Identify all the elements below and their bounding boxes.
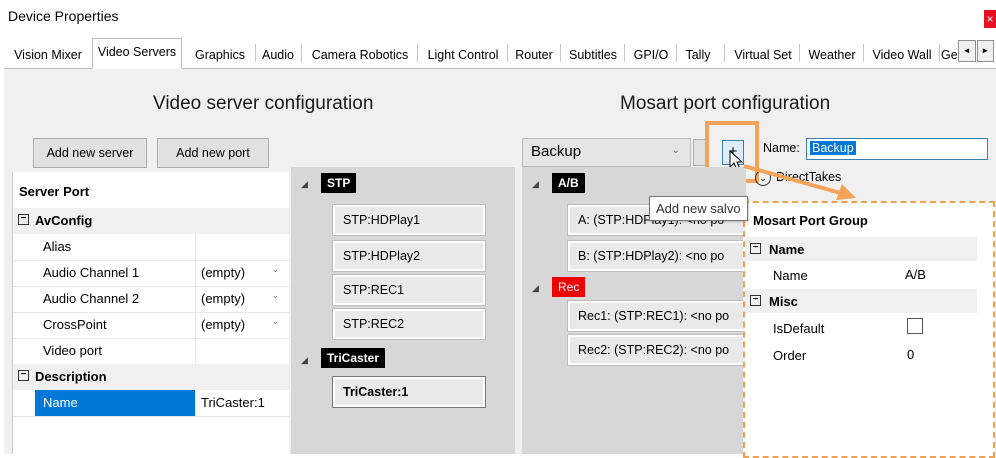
property-row-name[interactable]: Name TriCaster:1: [13, 390, 289, 417]
callout-arrow: [743, 164, 856, 200]
group-name-value[interactable]: Backup: [810, 141, 856, 155]
arrow-left-icon: ◄: [962, 46, 971, 55]
mosart-port-item[interactable]: Rec1: (STP:REC1): <no po: [567, 300, 751, 332]
group-node-rec[interactable]: Rec: [552, 277, 586, 297]
tab-router[interactable]: Router: [508, 42, 560, 68]
property-name: Audio Channel 1: [43, 265, 140, 280]
property-row-crosspoint[interactable]: CrossPoint (empty) ⌄: [13, 312, 289, 339]
property-row-order[interactable]: Order 0: [745, 343, 977, 367]
property-row-audio-channel-1[interactable]: Audio Channel 1 (empty) ⌄: [13, 260, 289, 287]
close-icon[interactable]: ×: [986, 12, 993, 26]
category-name[interactable]: − Name: [745, 237, 977, 261]
server-node-tricaster[interactable]: TriCaster: [321, 348, 386, 368]
server-port-property-grid: Server Port − AvConfig Alias Audio Chann…: [12, 172, 289, 454]
video-server-heading: Video server configuration: [153, 93, 374, 114]
collapse-icon[interactable]: −: [750, 295, 761, 306]
triangle-down-icon[interactable]: ◢: [532, 179, 539, 190]
tab-video-wall[interactable]: Video Wall: [864, 42, 940, 68]
property-value[interactable]: A/B: [905, 267, 926, 282]
triangle-down-icon[interactable]: ◢: [301, 355, 308, 366]
chevron-down-icon[interactable]: ⌄: [672, 145, 680, 156]
tab-strip: Vision Mixer Video Servers Graphics Audi…: [4, 38, 996, 69]
property-grid-header: Mosart Port Group: [753, 213, 868, 228]
collapse-icon[interactable]: −: [18, 214, 29, 225]
property-name: CrossPoint: [43, 317, 107, 332]
tab-light-control[interactable]: Light Control: [419, 42, 507, 68]
property-combo[interactable]: (empty): [201, 317, 245, 332]
tab-weather[interactable]: Weather: [800, 42, 864, 68]
triangle-down-icon[interactable]: ◢: [301, 179, 308, 190]
port-item[interactable]: STP:REC1: [332, 274, 486, 306]
property-name: IsDefault: [773, 321, 825, 336]
property-name: Order: [773, 348, 807, 363]
tab-graphics[interactable]: Graphics: [186, 42, 254, 68]
port-item[interactable]: STP:HDPlay1: [332, 204, 486, 236]
property-row-name[interactable]: Name A/B: [745, 263, 977, 287]
tab-camera-robotics[interactable]: Camera Robotics: [303, 42, 417, 68]
category-misc[interactable]: − Misc: [745, 289, 977, 313]
chevron-down-icon[interactable]: ⌄: [271, 316, 279, 327]
port-item[interactable]: STP:REC2: [332, 308, 486, 340]
property-name: Alias: [43, 239, 72, 254]
mosart-port-item[interactable]: Rec2: (STP:REC2): <no po: [567, 334, 751, 366]
chevron-down-icon[interactable]: ⌄: [271, 264, 279, 275]
tab-scroll-buttons: ◄ ►: [958, 40, 994, 62]
group-node-ab[interactable]: A/B: [552, 173, 585, 193]
selected-group: Backup: [531, 143, 582, 160]
add-new-port-button[interactable]: Add new port: [157, 138, 269, 168]
property-name: Name: [773, 268, 808, 283]
window-title: Device Properties: [8, 8, 119, 24]
tab-audio[interactable]: Audio: [256, 42, 300, 68]
port-item-selected[interactable]: TriCaster:1: [332, 376, 486, 408]
property-name: Name: [43, 395, 78, 410]
property-grid-header: Server Port: [19, 184, 90, 199]
property-name: Audio Channel 2: [43, 291, 140, 306]
triangle-down-icon[interactable]: ◢: [532, 283, 539, 294]
tooltip: Add new salvo: [649, 196, 748, 221]
collapse-icon[interactable]: −: [750, 243, 761, 254]
tab-video-servers[interactable]: Video Servers: [92, 38, 182, 69]
scroll-right-button[interactable]: ►: [976, 40, 994, 62]
tab-subtitles[interactable]: Subtitles: [561, 42, 625, 68]
close-button[interactable]: ×: [984, 10, 996, 28]
tab-virtual-set[interactable]: Virtual Set: [726, 42, 800, 68]
mosart-heading: Mosart port configuration: [620, 93, 831, 114]
property-value[interactable]: 0: [907, 347, 914, 362]
tab-vision-mixer[interactable]: Vision Mixer: [4, 42, 92, 68]
scroll-left-button[interactable]: ◄: [958, 40, 976, 62]
port-group-select[interactable]: Backup ⌄: [522, 138, 691, 167]
arrow-right-icon: ►: [981, 46, 990, 55]
title-bar: Device Properties ×: [0, 0, 996, 36]
category-label: Misc: [769, 294, 798, 309]
property-row-alias[interactable]: Alias: [13, 234, 289, 261]
mosart-port-item[interactable]: B: (STP:HDPlay2): <no po: [567, 240, 751, 272]
property-row-audio-channel-2[interactable]: Audio Channel 2 (empty) ⌄: [13, 286, 289, 313]
add-new-server-button[interactable]: Add new server: [33, 138, 147, 168]
chevron-down-icon[interactable]: ⌄: [271, 290, 279, 301]
server-node-stp[interactable]: STP: [321, 173, 357, 193]
property-value[interactable]: TriCaster:1: [201, 395, 265, 410]
property-combo[interactable]: (empty): [201, 265, 245, 280]
category-avconfig[interactable]: − AvConfig: [13, 208, 289, 234]
category-description[interactable]: − Description: [13, 364, 289, 390]
category-label: Description: [35, 369, 107, 384]
server-tree: ◢ STP STP:HDPlay1 STP:HDPlay2 STP:REC1 S…: [291, 167, 515, 454]
category-label: Name: [769, 242, 805, 257]
property-row-isdefault[interactable]: IsDefault: [745, 315, 977, 341]
isdefault-checkbox[interactable]: [907, 318, 923, 334]
collapse-icon[interactable]: −: [18, 370, 29, 381]
tab-tally[interactable]: Tally: [677, 42, 719, 68]
property-combo[interactable]: (empty): [201, 291, 245, 306]
property-name: Video port: [43, 343, 103, 358]
category-label: AvConfig: [35, 213, 93, 228]
property-row-video-port[interactable]: Video port: [13, 338, 289, 365]
mosart-port-group-grid: Mosart Port Group − Name Name A/B − Misc…: [743, 201, 995, 458]
tab-gpio[interactable]: GPI/O: [625, 42, 677, 68]
name-label: Name:: [763, 141, 800, 155]
port-item[interactable]: STP:HDPlay2: [332, 240, 486, 272]
group-name-input[interactable]: Backup: [806, 138, 988, 160]
